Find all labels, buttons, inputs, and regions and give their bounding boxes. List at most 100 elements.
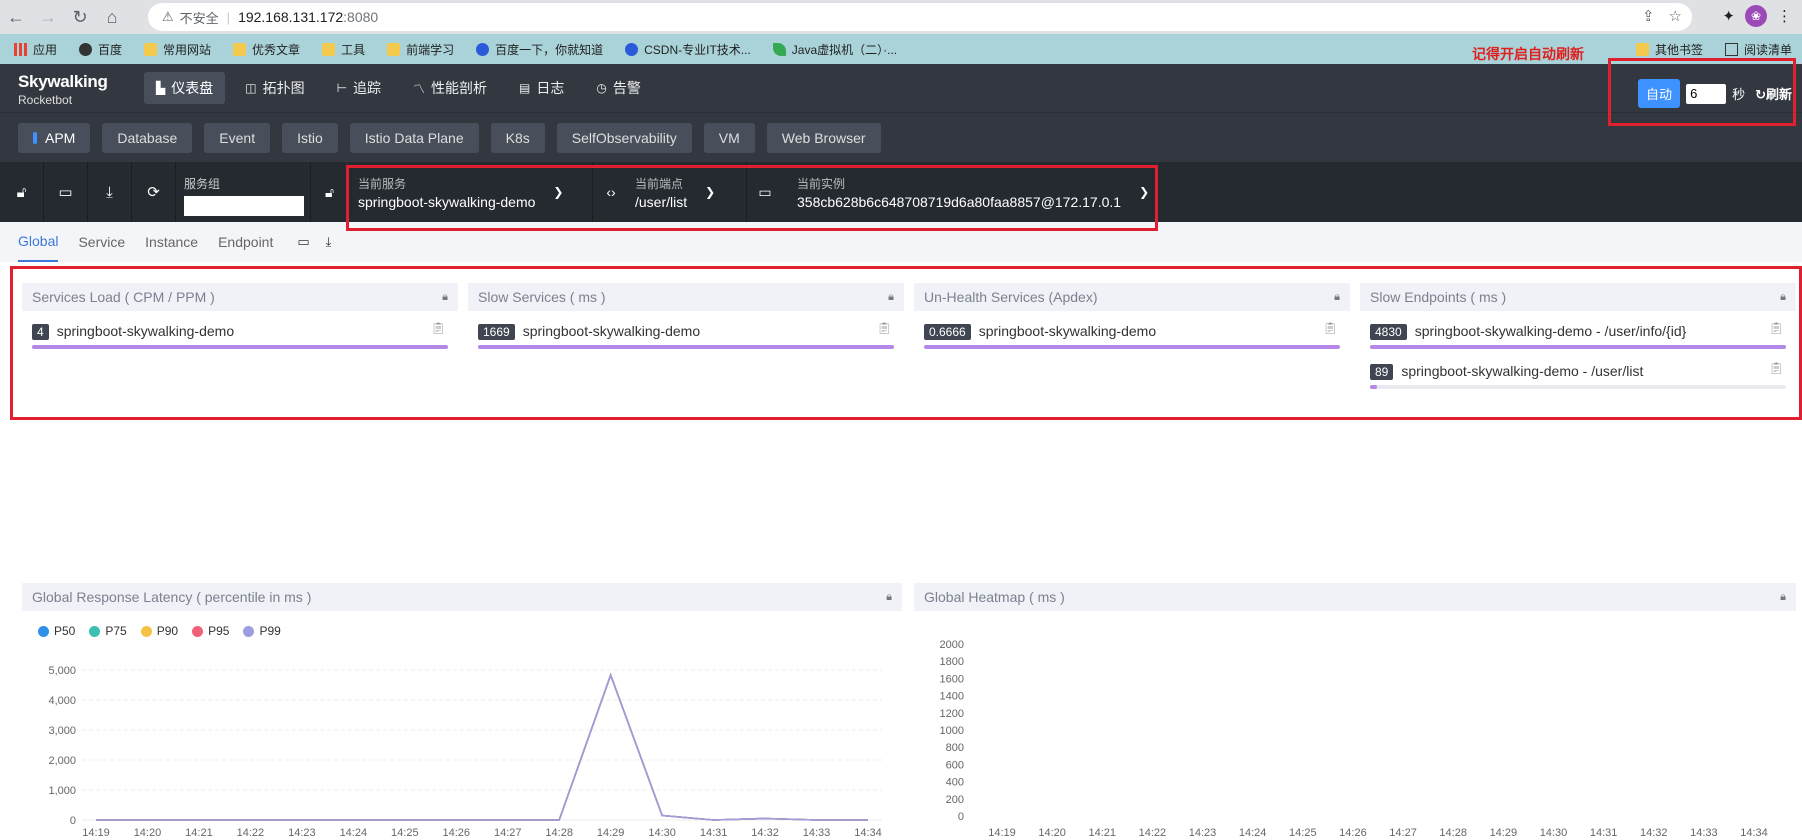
lock-icon[interactable]: 🔒︎ [442,291,448,304]
progress-bar [478,345,894,349]
sync-icon[interactable]: ⟳ [132,162,176,222]
legend-item-p50[interactable]: P50 [38,624,75,638]
x-tick-label: 14:24 [340,827,368,839]
star-icon[interactable]: ☆ [1669,7,1682,25]
clipboard-icon[interactable]: 📋︎ [1323,321,1338,335]
folder-open-icon[interactable]: ▭ [44,162,88,222]
list-item[interactable]: 0.6666 springboot-skywalking-demo 📋︎ [914,311,1350,351]
bookmark-baidu-search[interactable]: 百度一下，你就知道 [476,41,603,58]
clipboard-icon[interactable]: 📋︎ [877,321,892,335]
lock-toggle-icon[interactable]: 🔓︎ [310,162,334,222]
layer-vm[interactable]: VM [703,122,755,153]
forward-icon[interactable]: → [32,1,64,33]
lock-icon[interactable]: 🔒︎ [1780,291,1786,304]
clipboard-icon[interactable]: 📋︎ [1769,321,1784,335]
nav-log[interactable]: ▤ 日志 [507,72,576,104]
list-item[interactable]: 89 springboot-skywalking-demo - /user/lis… [1360,351,1796,391]
address-bar[interactable]: ⚠ 不安全 | 192.168.131.172 :8080 ⇪ ☆ [148,3,1692,31]
bookmark-baidu[interactable]: 百度 [79,41,122,58]
x-tick-label: 14:33 [803,827,831,839]
bookmark-frontend[interactable]: 前端学习 [387,41,454,58]
legend-item-p95[interactable]: P95 [192,624,229,638]
service-group-label: 服务组 [184,177,221,191]
x-tick-label: 14:19 [82,827,110,839]
nav-trace[interactable]: ⊢ 追踪 [325,72,393,104]
lock-icon[interactable]: 🔒︎ [1334,291,1340,304]
profile-avatar[interactable]: ❀ [1745,5,1767,27]
list-item[interactable]: 4830 springboot-skywalking-demo - /user/i… [1360,311,1796,351]
reload-icon[interactable]: ↻ [64,1,96,33]
bookmark-apps[interactable]: 应用 [14,41,57,58]
bookmark-articles[interactable]: 优秀文章 [233,41,300,58]
home-icon[interactable]: ⌂ [96,1,128,33]
folder-icon[interactable]: ▭ [297,234,309,250]
lock-icon[interactable]: 🔒︎ [1780,591,1786,604]
x-tick-label: 14:19 [988,827,1016,839]
clipboard-icon[interactable]: 📋︎ [1769,361,1784,375]
layer-web-browser[interactable]: Web Browser [766,122,881,153]
list-item[interactable]: 4 springboot-skywalking-demo 📋︎ [22,311,458,351]
nav-dashboard[interactable]: ▙ 仪表盘 [144,72,226,104]
menu-icon[interactable]: ⋮ [1777,7,1792,25]
layer-istio-data-plane[interactable]: Istio Data Plane [349,122,479,153]
y-tick-label: 4,000 [48,695,76,707]
bookmark-other[interactable]: 其他书签 [1635,41,1703,58]
nav-topology[interactable]: ◫ 拓扑图 [233,72,316,104]
bookmark-java-vm[interactable]: Java虚拟机（二）·... [772,41,897,58]
layer-event[interactable]: Event [204,122,271,153]
panel-title: Slow Endpoints ( ms ) [1370,289,1507,305]
annotation-note: 记得开启自动刷新 [1472,46,1584,62]
lock-icon[interactable]: 🔒︎ [886,591,892,604]
bookmark-csdn[interactable]: CSDN-专业IT技术... [625,41,751,58]
legend-item-p99[interactable]: P99 [243,624,281,638]
download-icon[interactable]: ⤓ [326,234,332,250]
value-badge: 1669 [478,324,515,340]
legend-item-p75[interactable]: P75 [89,624,127,638]
leaf-icon [772,42,786,56]
instance-selector[interactable]: ▭ 当前实例 358cb628b6c648708719d6a80faa8857@… [746,162,1156,222]
value-badge: 4 [32,324,49,340]
service-group-input[interactable] [184,196,304,216]
tab-service[interactable]: Service [78,222,125,262]
x-tick-label: 14:25 [1289,827,1317,839]
download-icon[interactable]: ⤓ [88,162,132,222]
clipboard-icon[interactable]: 📋︎ [431,321,446,335]
heatmap-chart: 0 200 400 600 800 1000 1200 1400 1600 1800 2000 14:… [940,639,1768,839]
selector-bar: 🔓︎ ▭ ⤓ ⟳ 服务组 🔓︎ 当前服务 springboot-skywalki… [0,162,1802,222]
instance-label: 当前实例 [797,176,846,191]
endpoint-selector[interactable]: ‹› 当前端点 /user/list ❯ [592,162,744,222]
back-icon[interactable]: ← [0,1,32,33]
code-icon: ‹› [606,184,616,200]
nav-alarm[interactable]: ◷ 告警 [584,72,652,104]
chevron-down-icon: ❯ [705,185,716,199]
legend-item-p90[interactable]: P90 [140,624,178,638]
service-selector[interactable]: 当前服务 springboot-skywalking-demo ❯ [346,162,590,222]
tab-instance[interactable]: Instance [145,222,198,262]
lock-icon[interactable]: 🔒︎ [888,291,894,304]
refresh-button[interactable]: ↻刷新 [1755,84,1792,103]
lock-icon[interactable]: 🔓︎ [0,162,44,222]
x-tick-label: 14:22 [237,827,265,839]
x-tick-label: 14:27 [1389,827,1417,839]
nav-profile[interactable]: 〽性能剖析 [401,72,499,104]
tab-global[interactable]: Global [18,222,59,262]
auto-refresh-button[interactable]: 自动 [1638,79,1681,108]
reading-list[interactable]: 阅读清单 [1724,41,1792,58]
layer-k8s[interactable]: K8s [490,122,545,153]
extensions-icon[interactable]: ✦ [1722,7,1735,25]
profile-icon: 〽 [413,81,426,96]
list-item[interactable]: 1669 springboot-skywalking-demo 📋︎ [468,311,904,351]
bookmark-common-sites[interactable]: 常用网站 [144,41,211,58]
layer-self-observability[interactable]: SelfObservability [556,122,692,153]
layer-apm[interactable]: APM [18,122,91,153]
share-icon[interactable]: ⇪ [1642,7,1655,25]
y-tick-label: 1,000 [48,785,76,797]
x-tick-label: 14:32 [1640,827,1668,839]
tab-endpoint[interactable]: Endpoint [218,222,273,262]
refresh-interval-input[interactable]: 6 [1686,83,1727,104]
service-value: springboot-skywalking-demo [358,193,536,210]
layer-istio[interactable]: Istio [282,122,338,153]
bookmark-tools[interactable]: 工具 [322,41,365,58]
series-line-p50 [96,672,868,821]
layer-database[interactable]: Database [102,122,193,153]
